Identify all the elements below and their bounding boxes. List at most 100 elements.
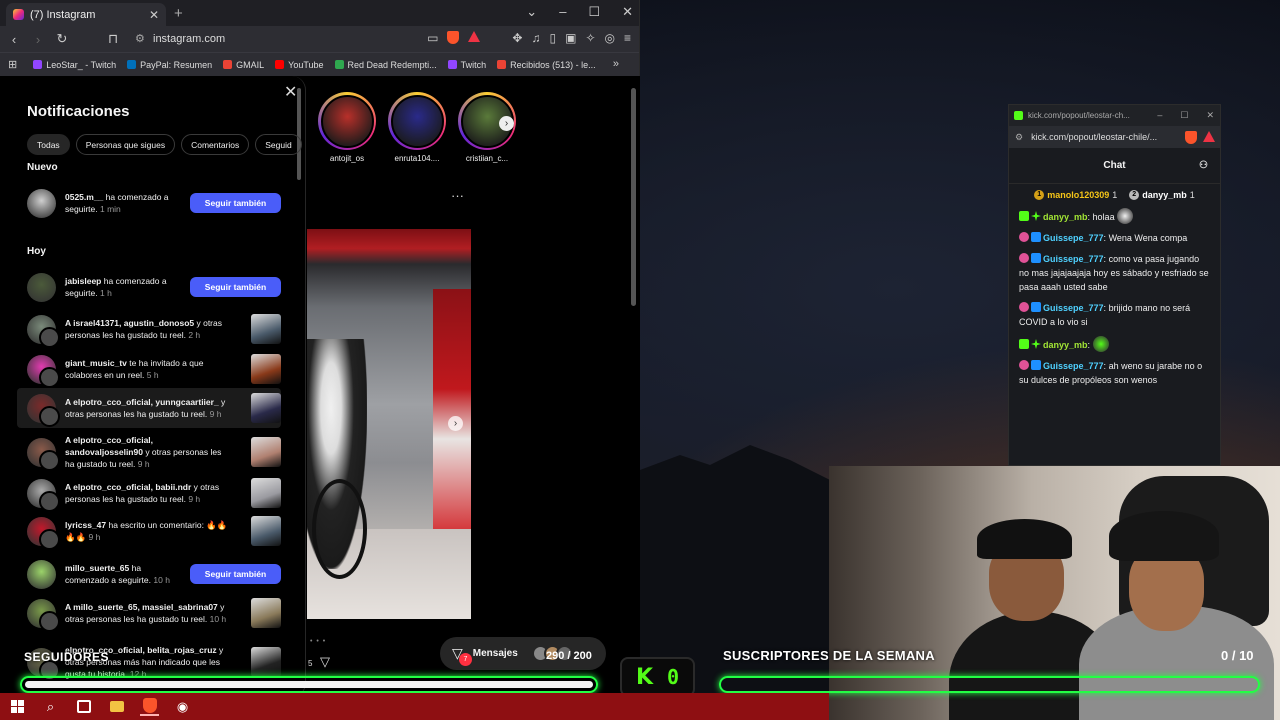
notification-user[interactable]: A israel41371, agustin_donoso5 [65, 318, 194, 328]
notification-user[interactable]: A elpotro_cco_oficial, yunngcaartiier_ [65, 397, 219, 407]
avatar[interactable] [27, 516, 60, 550]
notification-user[interactable]: millo_suerte_65 [65, 563, 129, 573]
chat-url-field[interactable]: kick.com/popout/leostar-chile/... [1031, 132, 1157, 142]
apps-grid-icon[interactable]: ⊞ [8, 58, 17, 71]
site-info-icon[interactable]: ⚙ [1015, 132, 1023, 143]
leo-ai-icon[interactable]: ✧ [585, 31, 595, 45]
bookmark-item[interactable]: LeoStar_ - Twitch [33, 60, 116, 70]
search-icon[interactable]: ⌕ [41, 697, 60, 716]
brave-shields-icon[interactable] [1185, 131, 1197, 144]
bookmark-item[interactable]: Recibidos (513) - le... [497, 60, 596, 70]
avatar[interactable] [27, 437, 60, 471]
notification-user[interactable]: A elpotro_cco_oficial, sandovaljosselin9… [65, 435, 153, 457]
notification-row[interactable]: millo_suerte_65 ha comenzado a seguirte.… [17, 554, 281, 594]
brave-rewards-icon[interactable] [1203, 131, 1215, 142]
chip-comentarios[interactable]: Comentarios [181, 134, 250, 155]
maximize-button[interactable]: ☐ [588, 4, 600, 20]
chat-username[interactable]: Guissepe_777 [1043, 254, 1104, 264]
reel-thumbnail[interactable] [251, 516, 281, 546]
bookmark-item[interactable]: Twitch [447, 60, 486, 70]
chat-username[interactable]: Guissepe_777 [1043, 361, 1104, 371]
notification-row[interactable]: jabisleep ha comenzado a seguirte. 1 h Se… [17, 272, 281, 302]
bookmark-item[interactable]: GMAIL [223, 60, 264, 70]
notification-user[interactable]: lyricss_47 [65, 520, 106, 530]
share-icon[interactable]: ▽ [320, 654, 330, 670]
vpn-icon[interactable]: ◎ [605, 31, 615, 45]
cast-icon[interactable]: ▭ [427, 31, 438, 45]
avatar[interactable] [27, 188, 56, 218]
notification-row[interactable]: giant_music_tv te ha invitado a que cola… [17, 352, 281, 388]
wallet-icon[interactable]: ▣ [565, 31, 576, 45]
notification-user[interactable]: 0525.m__ [65, 192, 103, 202]
start-button[interactable] [8, 697, 27, 716]
reel-thumbnail[interactable] [251, 437, 281, 467]
notification-user[interactable]: A elpotro_cco_oficial, babii.ndr [65, 482, 191, 492]
brave-browser-icon[interactable] [140, 697, 159, 716]
extensions-icon[interactable]: ✥ [512, 31, 522, 45]
follow-back-button[interactable]: Seguir también [190, 193, 281, 213]
tab-list-icon[interactable]: ⌄ [526, 4, 537, 20]
close-window-button[interactable]: ✕ [622, 4, 633, 20]
chat-username[interactable]: Guissepe_777 [1043, 303, 1104, 313]
chip-todas[interactable]: Todas [27, 134, 70, 155]
reel-thumbnail[interactable] [251, 647, 281, 677]
brave-rewards-icon[interactable] [468, 31, 481, 42]
avatar[interactable] [27, 559, 56, 589]
page-scrollbar[interactable] [631, 88, 636, 306]
bookmark-item[interactable]: YouTube [275, 60, 324, 70]
reel-thumbnail[interactable] [251, 393, 281, 423]
media-icon[interactable]: ♫ [531, 31, 540, 45]
store-icon[interactable] [74, 697, 93, 716]
reel-thumbnail[interactable] [251, 598, 281, 628]
notification-row[interactable]: A elpotro_cco_oficial, babii.ndr y otras… [17, 476, 281, 512]
notification-user[interactable]: jabisleep [65, 276, 101, 286]
stories-next-button[interactable]: › [499, 116, 514, 131]
notification-row[interactable]: A millo_suerte_65, massiel_sabrina07 y o… [17, 596, 281, 632]
bookmark-item[interactable]: Red Dead Redempti... [334, 60, 437, 70]
sidebar-icon[interactable]: ▯ [549, 31, 556, 45]
maximize-button[interactable]: ☐ [1180, 110, 1188, 121]
carousel-next-button[interactable]: › [448, 416, 463, 431]
post-image[interactable] [307, 229, 471, 619]
obs-icon[interactable]: ◉ [173, 697, 192, 716]
close-window-button[interactable]: ✕ [1206, 110, 1214, 121]
minimize-button[interactable]: – [1157, 110, 1162, 121]
reel-thumbnail[interactable] [251, 314, 281, 344]
more-bookmarks-icon[interactable]: » [613, 58, 619, 70]
bookmark-item[interactable]: PayPal: Resumen [127, 60, 212, 70]
notification-row[interactable]: A elpotro_cco_oficial, yunngcaartiier_ y… [17, 388, 281, 428]
chat-username[interactable]: danyy_mb [1043, 212, 1088, 222]
story-item[interactable]: enruta104.... [388, 92, 446, 163]
chip-personas-que-sigues[interactable]: Personas que sigues [75, 134, 176, 155]
new-tab-button[interactable]: + [174, 5, 183, 22]
chat-username[interactable]: danyy_mb [1043, 340, 1088, 350]
file-explorer-icon[interactable] [107, 697, 126, 716]
avatar[interactable] [27, 478, 60, 512]
menu-icon[interactable]: ≡ [624, 31, 631, 45]
avatar[interactable] [27, 598, 60, 632]
notification-row[interactable]: lyricss_47 ha escrito un comentario: 🔥🔥🔥… [17, 514, 281, 550]
reel-thumbnail[interactable] [251, 478, 281, 508]
leaderboard-entry[interactable]: 2 danyy_mb 1 [1129, 190, 1195, 200]
browser-tab[interactable]: (7) Instagram ✕ [6, 3, 166, 26]
close-icon[interactable]: ✕ [284, 82, 297, 102]
minimize-button[interactable]: – [559, 4, 566, 20]
leaderboard-entry[interactable]: 1 manolo120309 1 [1034, 190, 1117, 200]
notification-row[interactable]: A israel41371, agustin_donoso5 y otras p… [17, 312, 281, 348]
follow-back-button[interactable]: Seguir también [190, 277, 281, 297]
avatar[interactable] [27, 393, 60, 427]
avatar[interactable] [27, 272, 56, 302]
brave-shields-icon[interactable] [447, 31, 460, 44]
site-info-icon[interactable]: ⚙ [135, 32, 145, 45]
notification-row[interactable]: 0525.m__ ha comenzado a seguirte. 1 min S… [17, 188, 281, 218]
chat-username[interactable]: Guissepe_777 [1043, 233, 1104, 243]
reel-thumbnail[interactable] [251, 354, 281, 384]
chat-users-icon[interactable]: ⚇ [1199, 160, 1208, 171]
forward-icon[interactable]: › [32, 32, 44, 47]
follow-back-button[interactable]: Seguir también [190, 564, 281, 584]
bookmark-icon[interactable]: ⊓ [108, 31, 118, 47]
notification-user[interactable]: giant_music_tv [65, 358, 127, 368]
story-item[interactable]: antojit_os [318, 92, 376, 163]
avatar[interactable] [27, 314, 60, 348]
notification-user[interactable]: A millo_suerte_65, massiel_sabrina07 [65, 602, 218, 612]
